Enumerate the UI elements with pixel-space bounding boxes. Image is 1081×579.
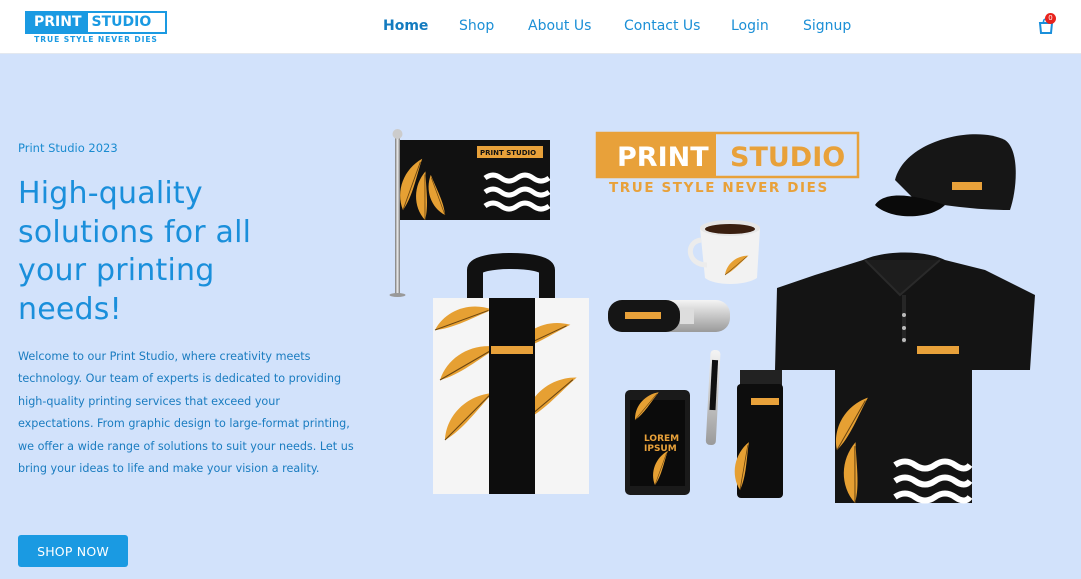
svg-text:PRINT STUDIO: PRINT STUDIO xyxy=(480,149,536,157)
merchandise-illustration: PRINT STUDIO PRINT STUDIO TRUE STYLE NEV… xyxy=(389,129,1035,504)
phone-merch: LOREM IPSUM xyxy=(625,388,690,495)
tote-bag-merch xyxy=(431,253,589,494)
nav-link-contact-us[interactable]: Contact Us xyxy=(624,18,700,34)
nav-link-login[interactable]: Login xyxy=(731,18,769,34)
logo-tagline: TRUE STYLE NEVER DIES xyxy=(34,35,158,44)
cart-count-badge: 0 xyxy=(1045,13,1056,24)
mug-merch xyxy=(688,220,760,284)
illustration-logo-tagline: TRUE STYLE NEVER DIES xyxy=(609,180,829,196)
pen-merch xyxy=(705,350,721,445)
nav-link-about-us[interactable]: About Us xyxy=(528,18,591,34)
brand-logo[interactable]: PRINT STUDIO TRUE STYLE NEVER DIES xyxy=(25,11,167,45)
logo-wordmark: PRINT STUDIO xyxy=(25,11,167,34)
nav-link-shop[interactable]: Shop xyxy=(459,18,494,34)
phone-text-lorem: LOREM xyxy=(644,434,679,444)
logo-text-studio: STUDIO xyxy=(91,14,152,30)
polo-shirt-merch xyxy=(775,252,1035,504)
illustration-logo: PRINT STUDIO TRUE STYLE NEVER DIES xyxy=(595,131,860,196)
phone-text-ipsum: IPSUM xyxy=(644,444,677,454)
site-header: PRINT STUDIO TRUE STYLE NEVER DIES Home … xyxy=(0,0,1081,54)
illustration-logo-studio: STUDIO xyxy=(730,142,845,173)
nav-link-home[interactable]: Home xyxy=(383,18,428,34)
hero-eyebrow: Print Studio 2023 xyxy=(18,141,118,155)
cap-merch xyxy=(875,134,1016,217)
usb-drive-merch xyxy=(608,300,730,332)
shop-now-button[interactable]: SHOP NOW xyxy=(18,535,128,567)
lighter-merch xyxy=(726,370,783,498)
nav-link-signup[interactable]: Signup xyxy=(803,18,851,34)
hero-description: Welcome to our Print Studio, where creat… xyxy=(18,350,354,476)
illustration-logo-print: PRINT xyxy=(617,142,709,173)
hero-headline: High-quality solutions for all your prin… xyxy=(18,176,252,327)
logo-text-print: PRINT xyxy=(27,13,88,32)
